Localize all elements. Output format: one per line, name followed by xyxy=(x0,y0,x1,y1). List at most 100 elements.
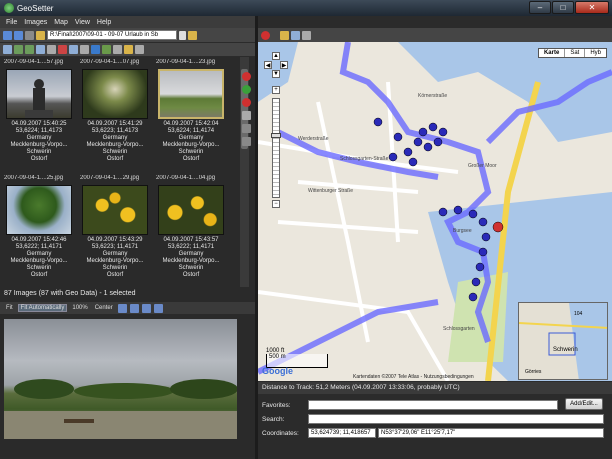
window-title: GeoSetter xyxy=(17,3,54,13)
track-settings-icon[interactable] xyxy=(291,30,300,40)
select-all-icon[interactable] xyxy=(36,45,45,54)
menu-view[interactable]: View xyxy=(75,19,90,26)
next-image-icon[interactable] xyxy=(141,303,151,313)
coordinates-decimal-field[interactable]: 53,624739; 11,418657 xyxy=(308,428,376,438)
thumbnail-filename: 2007-09-04-1....29.jpg xyxy=(80,175,140,181)
thumbnail-photo[interactable] xyxy=(6,69,72,119)
overview-minimap[interactable]: Schwerin 104 Görries xyxy=(518,302,608,380)
add-edit-button[interactable]: Add/Edit... xyxy=(565,398,603,410)
view-mode-icon[interactable] xyxy=(3,45,12,54)
thumbnail-meta: 04.09.2007 15:40:25 53,6224; 11,4173 Germa… xyxy=(10,121,68,162)
thumbnail-filename: 2007-09-04-1....07.jpg xyxy=(80,59,140,65)
sort-icon[interactable] xyxy=(14,45,23,54)
zoom-in-button[interactable]: + xyxy=(272,86,280,94)
search-row: Search: xyxy=(262,414,604,424)
street-label: Körnerstraße xyxy=(418,93,447,99)
maximize-button[interactable]: □ xyxy=(552,1,574,14)
map-view[interactable]: Schlossgarten-Straße Burgsee Schlossgart… xyxy=(258,42,612,381)
coordinates-label: Coordinates: xyxy=(262,429,299,437)
coordinates-row: Coordinates: 53,624739; 11,418657 N53°37… xyxy=(262,428,604,438)
minimize-button[interactable]: – xyxy=(529,1,551,14)
tab-karte[interactable]: Karte xyxy=(539,49,566,57)
delete-icon[interactable] xyxy=(58,45,67,54)
thumbnail-photo[interactable] xyxy=(158,69,224,119)
map-options-icon[interactable] xyxy=(302,30,311,40)
thumbnail-photo[interactable] xyxy=(158,185,224,235)
pan-up-icon[interactable]: ▲ xyxy=(272,52,280,60)
thumbnail-filename: 2007-09-04-1....57.jpg xyxy=(4,59,64,65)
thumbnail-photo[interactable] xyxy=(82,185,148,235)
zoom-slider-knob[interactable] xyxy=(271,133,281,138)
map-icon[interactable] xyxy=(102,45,111,54)
browse-folder-icon[interactable] xyxy=(188,30,197,40)
menu-help[interactable]: Help xyxy=(97,19,111,26)
thumbnail-photo[interactable] xyxy=(6,185,72,235)
filter-icon[interactable] xyxy=(25,45,34,54)
settings-icon[interactable] xyxy=(135,45,144,54)
selected-photo-marker[interactable] xyxy=(492,221,504,233)
path-toolbar: R:\Final\2007\09-01 - 09-07 Urlaub in Sb xyxy=(0,28,255,42)
minimap-town-label: Görries xyxy=(525,369,542,375)
favorites-row: Favorites: xyxy=(262,400,558,410)
up-folder-icon[interactable] xyxy=(25,30,34,40)
street-label: Werderstraße xyxy=(298,136,329,142)
clear-icon[interactable] xyxy=(242,137,251,146)
title-bar: GeoSetter – □ ✕ xyxy=(0,0,612,16)
tab-sat[interactable]: Sat xyxy=(565,49,586,57)
measure-icon[interactable] xyxy=(242,124,251,133)
coordinates-dms-field[interactable]: N53°37'29,06" E11°25'7,17" xyxy=(378,428,604,438)
pan-right-icon[interactable]: ▶ xyxy=(280,61,288,69)
thumbnail-meta: 04.09.2007 15:42:46 53,6222; 11,4171 Germa… xyxy=(10,237,68,278)
globe-icon[interactable] xyxy=(91,45,100,54)
park-photo-icon xyxy=(4,379,237,439)
favorites-select[interactable] xyxy=(308,400,558,410)
green-pin-icon[interactable] xyxy=(242,85,251,94)
pan-left-icon[interactable]: ◀ xyxy=(264,61,272,69)
menu-map[interactable]: Map xyxy=(54,19,68,26)
set-position-icon[interactable] xyxy=(242,98,251,107)
street-label: Wittenburger Straße xyxy=(308,188,353,194)
center-button[interactable]: Center xyxy=(93,305,115,311)
red-pin-icon[interactable] xyxy=(242,72,251,81)
google-logo: Google xyxy=(262,366,293,376)
comment-icon[interactable] xyxy=(69,45,78,54)
map-type-tabs: Karte Sat Hyb xyxy=(537,48,607,58)
thumbnail-filename: 2007-09-04-1....25.jpg xyxy=(4,175,64,181)
map-copyright: Kartendaten ©2007 Tele Atlas - Nutzungsb… xyxy=(353,374,474,380)
ruler-icon[interactable] xyxy=(242,111,251,120)
thumbnail-photo[interactable] xyxy=(82,69,148,119)
zoom-level-select[interactable]: 100% xyxy=(70,305,89,311)
map-pin-icon[interactable] xyxy=(261,30,270,40)
fit-button[interactable]: Fit xyxy=(4,305,15,311)
minimap-city-label: Schwerin xyxy=(553,347,578,353)
map-side-toolbar xyxy=(242,72,254,150)
zoom-out-button[interactable]: − xyxy=(272,200,280,208)
chevron-down-icon[interactable] xyxy=(179,30,186,40)
map-toolbar xyxy=(258,28,612,42)
tab-hyb[interactable]: Hyb xyxy=(585,49,606,57)
folder-icon xyxy=(36,30,45,40)
menu-images[interactable]: Images xyxy=(24,19,47,26)
edit-data-icon[interactable] xyxy=(80,45,89,54)
zoom-slider[interactable] xyxy=(271,98,281,198)
street-label: Schlossgarten xyxy=(443,326,475,332)
export-icon[interactable] xyxy=(124,45,133,54)
street-label: Schlossgarten-Straße xyxy=(340,156,389,162)
calendar-icon[interactable] xyxy=(113,45,122,54)
folder-path-field[interactable]: R:\Final\2007\09-01 - 09-07 Urlaub in Sb xyxy=(47,30,177,40)
previous-image-icon[interactable] xyxy=(129,303,139,313)
forward-arrow-icon[interactable] xyxy=(14,30,23,40)
open-track-icon[interactable] xyxy=(280,30,289,40)
distance-to-track: Distance to Track: 51,2 Meters (04.09.20… xyxy=(258,382,612,394)
thumbnail-meta: 04.09.2007 15:43:29 53,6223; 11,4171 Germa… xyxy=(86,237,144,278)
thumbnail-meta: 04.09.2007 15:43:57 53,6222; 11,4171 Germa… xyxy=(162,237,220,278)
menu-file[interactable]: File xyxy=(6,19,17,26)
pan-down-icon[interactable]: ▼ xyxy=(272,70,280,78)
back-arrow-icon[interactable] xyxy=(3,30,12,40)
first-image-icon[interactable] xyxy=(117,303,127,313)
close-button[interactable]: ✕ xyxy=(575,1,609,14)
search-input[interactable] xyxy=(308,414,604,424)
fit-automatically-button[interactable]: Fit Automatically xyxy=(17,304,68,312)
refresh-icon[interactable] xyxy=(47,45,56,54)
last-image-icon[interactable] xyxy=(153,303,163,313)
